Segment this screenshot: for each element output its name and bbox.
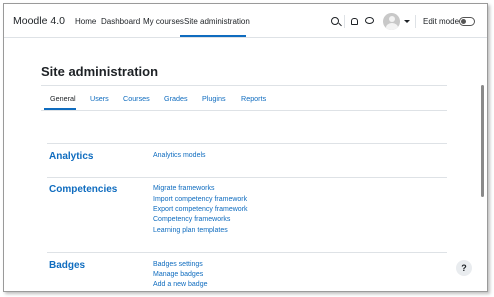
link-export-competency-framework[interactable]: Export competency framework xyxy=(153,206,248,213)
tab-plugins[interactable]: Plugins xyxy=(202,94,226,103)
tab-reports[interactable]: Reports xyxy=(241,94,266,103)
chat-icon[interactable] xyxy=(365,17,374,24)
navbar-divider xyxy=(344,15,345,28)
navbar-divider xyxy=(415,15,416,28)
section-heading-analytics[interactable]: Analytics xyxy=(49,151,93,162)
link-add-a-new-badge[interactable]: Add a new badge xyxy=(153,281,208,288)
search-icon[interactable] xyxy=(331,17,339,25)
bell-icon[interactable] xyxy=(351,18,358,25)
page-scrollbar[interactable] xyxy=(481,40,484,290)
browser-window: Moodle 4.0 Home Dashboard My courses Sit… xyxy=(3,3,488,292)
link-competency-frameworks[interactable]: Competency frameworks xyxy=(153,216,230,223)
site-brand[interactable]: Moodle 4.0 xyxy=(13,15,65,27)
page-title: Site administration xyxy=(41,64,159,79)
nav-home[interactable]: Home xyxy=(75,17,96,26)
link-manage-badges[interactable]: Manage badges xyxy=(153,271,203,278)
section-heading-competencies[interactable]: Competencies xyxy=(49,184,117,195)
scrollbar-thumb[interactable] xyxy=(481,85,484,197)
tab-general[interactable]: General xyxy=(50,94,76,103)
edit-mode-toggle[interactable] xyxy=(459,17,475,26)
divider xyxy=(41,85,447,86)
top-navbar: Moodle 4.0 Home Dashboard My courses Sit… xyxy=(4,4,487,38)
section-divider xyxy=(47,252,447,253)
link-import-competency-framework[interactable]: Import competency framework xyxy=(153,196,247,203)
link-learning-plan-templates[interactable]: Learning plan templates xyxy=(153,227,228,234)
help-button[interactable]: ? xyxy=(456,260,472,276)
tab-courses[interactable]: Courses xyxy=(123,94,150,103)
avatar[interactable] xyxy=(383,13,400,30)
link-badges-settings[interactable]: Badges settings xyxy=(153,261,203,268)
nav-site-administration[interactable]: Site administration xyxy=(184,17,250,26)
active-nav-indicator xyxy=(180,35,246,37)
nav-my-courses[interactable]: My courses xyxy=(143,17,184,26)
tab-users[interactable]: Users xyxy=(90,94,109,103)
nav-dashboard[interactable]: Dashboard xyxy=(101,17,140,26)
chevron-down-icon[interactable] xyxy=(404,20,410,23)
link-migrate-frameworks[interactable]: Migrate frameworks xyxy=(153,185,214,192)
edit-mode-label: Edit mode xyxy=(423,17,460,26)
divider xyxy=(41,110,447,111)
tab-grades[interactable]: Grades xyxy=(164,94,188,103)
link-analytics-models[interactable]: Analytics models xyxy=(153,152,206,159)
section-divider xyxy=(47,143,447,144)
section-divider xyxy=(47,177,447,178)
section-heading-badges[interactable]: Badges xyxy=(49,260,85,271)
